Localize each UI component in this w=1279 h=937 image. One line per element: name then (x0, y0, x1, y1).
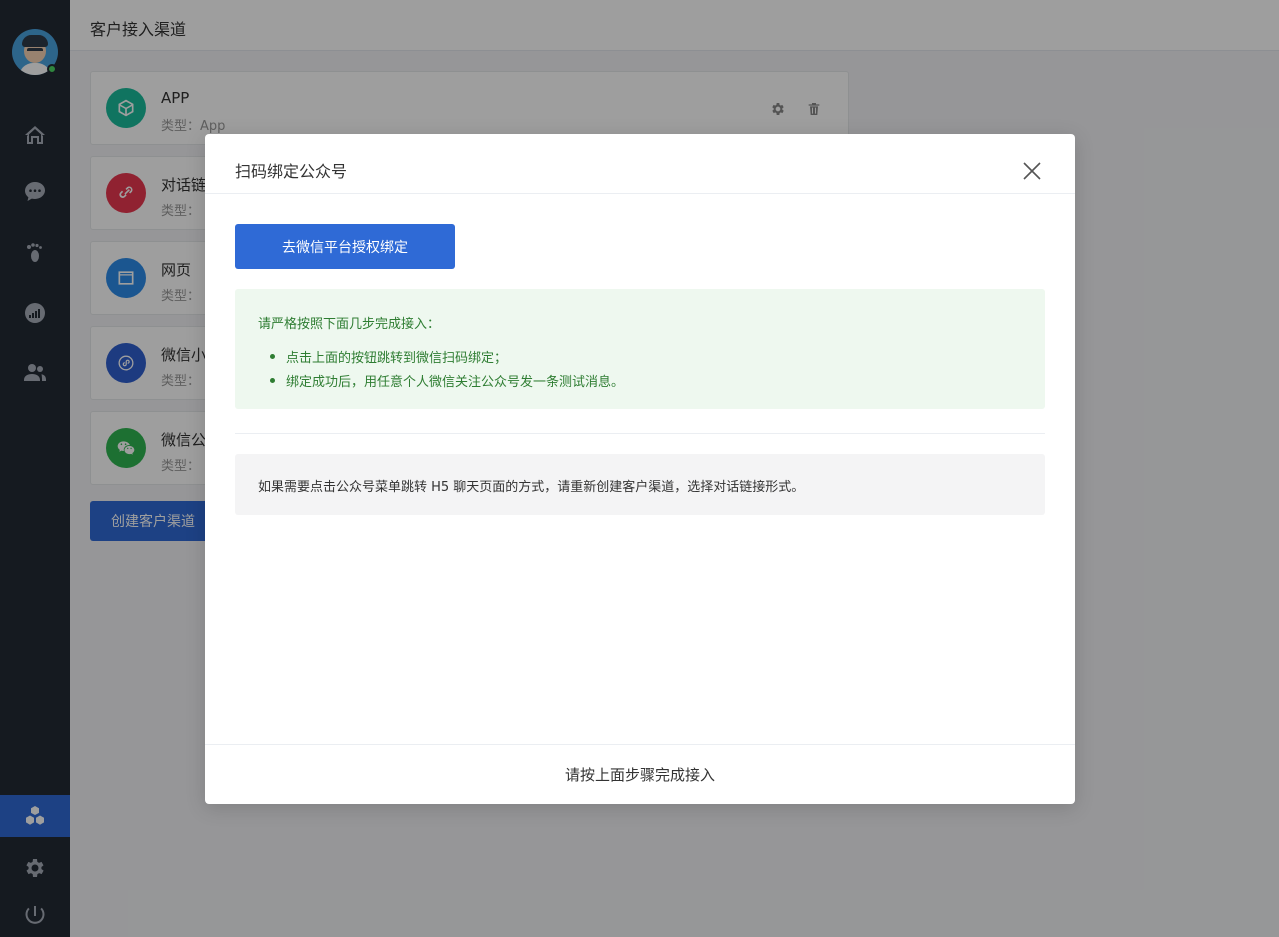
close-icon (1023, 162, 1041, 180)
instructions-title: 请严格按照下面几步完成接入： (258, 317, 441, 332)
modal-header: 扫码绑定公众号 (205, 134, 1075, 194)
wechat-auth-button[interactable]: 去微信平台授权绑定 (235, 224, 455, 269)
bind-official-account-modal: 扫码绑定公众号 去微信平台授权绑定 请严格按照下面几步完成接入： 点击上面的按钮… (205, 134, 1075, 804)
instructions-box: 请严格按照下面几步完成接入： 点击上面的按钮跳转到微信扫码绑定； 绑定成功后，用… (235, 289, 1045, 409)
divider (235, 433, 1045, 434)
close-button[interactable] (1021, 160, 1043, 182)
instruction-item: 点击上面的按钮跳转到微信扫码绑定； (269, 347, 507, 366)
footer-text: 请按上面步骤完成接入 (564, 766, 715, 784)
note-text: 如果需要点击公众号菜单跳转 H5 聊天页面的方式，请重新创建客户渠道，选择对话链… (258, 480, 805, 495)
modal-footer: 请按上面步骤完成接入 (205, 744, 1075, 804)
instruction-item: 绑定成功后，用任意个人微信关注公众号发一条测试消息。 (269, 371, 624, 390)
note-box: 如果需要点击公众号菜单跳转 H5 聊天页面的方式，请重新创建客户渠道，选择对话链… (235, 454, 1045, 515)
modal-title: 扫码绑定公众号 (235, 162, 348, 181)
